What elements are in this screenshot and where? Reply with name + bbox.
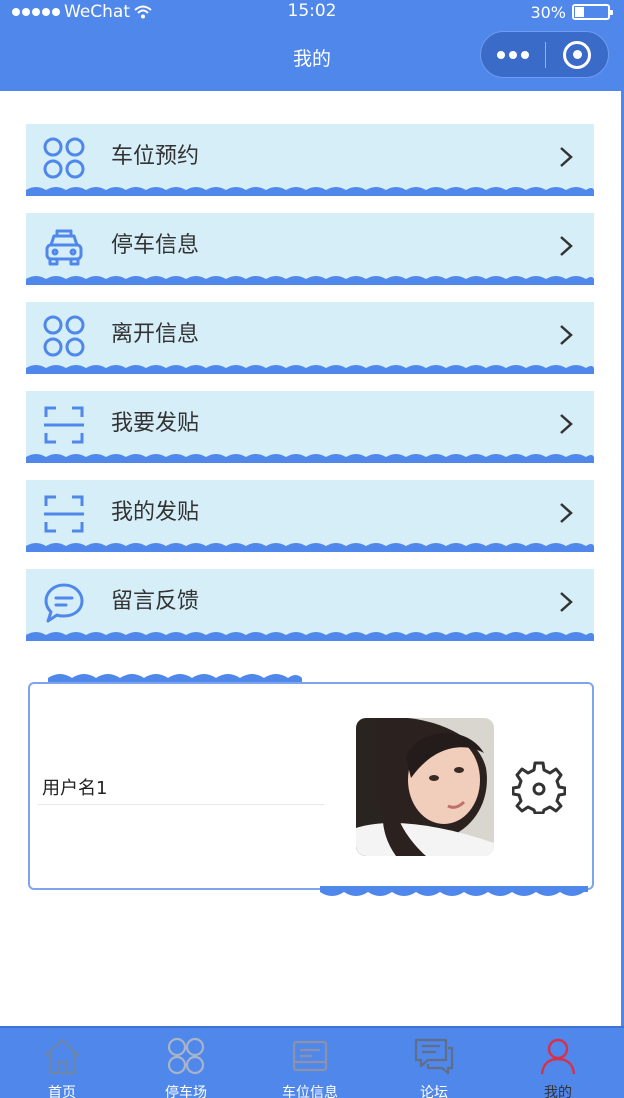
status-bar: WeChat 15:02 30% [0,0,624,24]
scan-frame-icon [44,495,84,533]
grid-four-circles-icon [43,315,85,357]
username-underline [38,804,324,805]
chat-bubble-icon [44,583,84,623]
menu-item-label: 停车信息 [111,233,200,258]
wave-decoration [26,454,594,463]
tab-bar: 首页 停车场 车位信息 论坛 我的 [0,1026,624,1098]
tab-space-info[interactable]: 车位信息 [260,1028,360,1098]
close-mini-program-icon[interactable] [546,40,608,69]
tab-parking-lot[interactable]: 停车场 [136,1028,236,1098]
chevron-right-icon [560,592,573,612]
wave-decoration [26,276,594,285]
more-icon[interactable] [481,50,545,59]
user-icon [540,1038,576,1075]
menu-item-leave-info[interactable]: 离开信息 [26,302,594,374]
menu-item-new-post[interactable]: 我要发贴 [26,391,594,463]
tab-label: 停车场 [165,1085,207,1098]
settings-gear-icon[interactable] [512,760,566,814]
tab-label: 首页 [48,1085,76,1098]
chevron-right-icon [560,236,573,256]
wave-decoration [26,543,594,552]
car-icon [45,229,83,266]
tab-label: 我的 [544,1085,572,1098]
forum-chat-icon [414,1038,454,1075]
wave-decoration [26,365,594,374]
tab-forum[interactable]: 论坛 [384,1028,484,1098]
menu-item-label: 我的发贴 [111,500,200,525]
battery-percent: 30% [530,2,566,22]
menu-item-label: 离开信息 [111,322,200,347]
scan-frame-icon [44,406,84,444]
battery-icon [572,4,613,20]
avatar-photo [356,718,494,856]
profile-card [28,682,594,890]
username: 用户名1 [42,778,108,799]
wave-decoration-bottom [320,886,588,896]
menu-item-my-posts[interactable]: 我的发贴 [26,480,594,552]
tab-home[interactable]: 首页 [12,1028,112,1098]
tab-label: 论坛 [420,1085,448,1098]
avatar[interactable] [356,718,494,856]
menu-item-feedback[interactable]: 留言反馈 [26,569,594,641]
chevron-right-icon [560,147,573,167]
tab-label: 车位信息 [282,1085,338,1098]
menu-item-parking-info[interactable]: 停车信息 [26,213,594,285]
menu-list: 车位预约 停车信息 离开信息 我要发贴 我的发贴 留言反馈 [26,124,594,658]
menu-item-reservation[interactable]: 车位预约 [26,124,594,196]
chevron-right-icon [560,414,573,434]
menu-item-label: 车位预约 [111,144,200,169]
board-icon [292,1040,328,1072]
menu-item-label: 我要发贴 [111,411,200,436]
clover-icon [167,1037,205,1075]
chevron-right-icon [560,503,573,523]
mini-program-capsule [480,31,609,78]
grid-four-circles-icon [43,137,85,179]
nav-bar: 我的 [0,24,624,91]
menu-item-label: 留言反馈 [111,589,200,614]
home-icon [44,1038,80,1075]
wave-decoration [26,632,594,641]
tab-mine[interactable]: 我的 [508,1028,608,1098]
wave-decoration [26,187,594,196]
chevron-right-icon [560,325,573,345]
